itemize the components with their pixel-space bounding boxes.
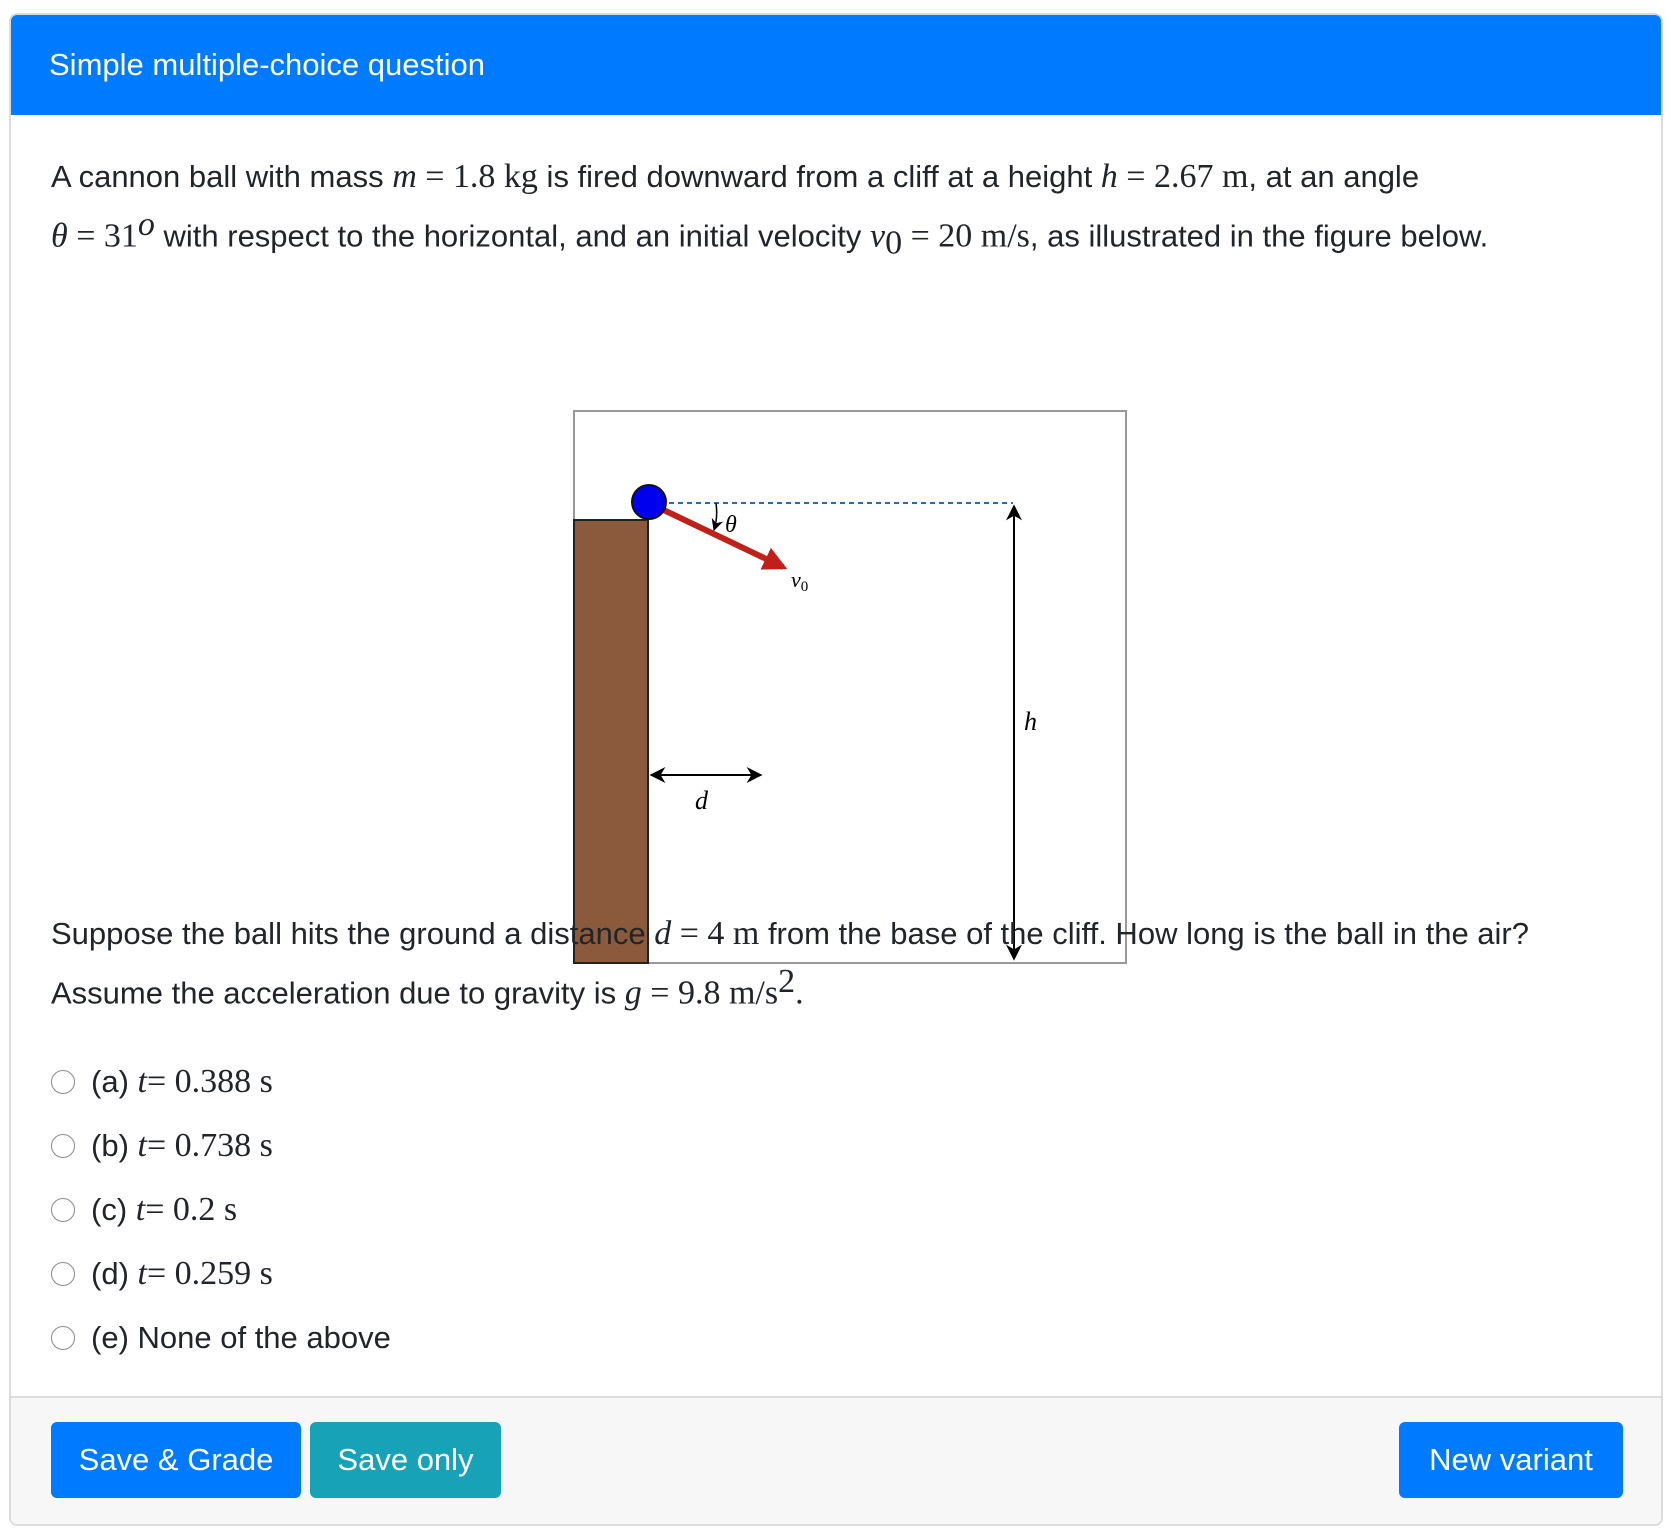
text-fragment: , at an angle [1248,159,1420,194]
option-a[interactable]: (a) t = 0.388 s [51,1050,391,1114]
math-expr: = 31 [67,217,138,255]
option-value: = 0.2 s [145,1191,238,1228]
math-var: t [137,1127,147,1164]
question-prompt: Suppose the ball hits the ground a dista… [51,910,1631,1017]
math-var: d [654,915,672,952]
math-sup: o [137,206,155,243]
h-label: h [1024,707,1037,736]
option-label: (d) [91,1256,129,1291]
math-var: v [870,217,886,255]
text-fragment: . [795,974,804,1012]
new-variant-button[interactable]: New variant [1399,1422,1623,1498]
math-expr: = 9.8 m/s [641,974,779,1012]
text-fragment: is fired downward from a cliff at a heig… [537,159,1101,194]
answer-options: (a) t = 0.388 s (b) t = 0.738 s (c) t = … [51,1050,391,1370]
option-c[interactable]: (c) t = 0.2 s [51,1178,391,1242]
theta-label: θ [725,512,737,538]
radio-button[interactable] [51,1070,75,1094]
question-title: Simple multiple-choice question [49,47,485,82]
math-var: θ [51,217,68,255]
option-d[interactable]: (d) t = 0.259 s [51,1242,391,1306]
math-var: t [135,1191,146,1228]
card-header: Simple multiple-choice question [11,15,1661,115]
card-footer: Save & Grade Save only New variant [11,1396,1661,1524]
math-sub: 0 [885,224,903,262]
math-expr: = 2.67 m [1117,158,1249,195]
math-expr: = 1.8 kg [416,158,538,195]
math-var: h [1100,158,1118,195]
radio-button[interactable] [51,1134,75,1158]
math-var: t [137,1063,147,1100]
option-e[interactable]: (e) None of the above [51,1306,391,1370]
option-label: (c) [91,1192,128,1227]
text-fragment: A cannon ball with mass [51,159,393,194]
question-card: Simple multiple-choice question A cannon… [9,13,1663,1526]
radio-button[interactable] [51,1326,75,1350]
math-sup: 2 [778,963,796,1000]
cliff [573,519,649,964]
option-value: = 0.738 s [146,1127,273,1164]
option-value: = 0.388 s [146,1063,273,1100]
cannon-ball [631,484,667,520]
radio-button[interactable] [51,1198,75,1222]
math-expr: = 20 m/s [902,217,1030,255]
question-intro: A cannon ball with mass m = 1.8 kg is fi… [51,153,1631,268]
text-fragment: , as illustrated in the figure below. [1029,218,1489,254]
d-label: d [695,786,709,815]
math-var: g [624,974,642,1012]
text-fragment: Suppose the ball hits the ground a dista… [51,916,655,951]
save-only-button[interactable]: Save only [310,1422,501,1498]
cliff-figure: θ v0 h d [573,410,1127,964]
option-label: (b) [91,1128,129,1163]
radio-button[interactable] [51,1262,75,1286]
text-fragment: with respect to the horizontal, and an i… [154,218,870,254]
math-expr: = 4 m [671,915,760,952]
option-value: = 0.259 s [146,1255,273,1292]
math-var: t [137,1255,147,1292]
math-var: m [392,158,417,195]
option-label: (a) [91,1064,129,1099]
option-label: (e) None of the above [91,1320,391,1355]
option-b[interactable]: (b) t = 0.738 s [51,1114,391,1178]
save-grade-button[interactable]: Save & Grade [51,1422,301,1498]
